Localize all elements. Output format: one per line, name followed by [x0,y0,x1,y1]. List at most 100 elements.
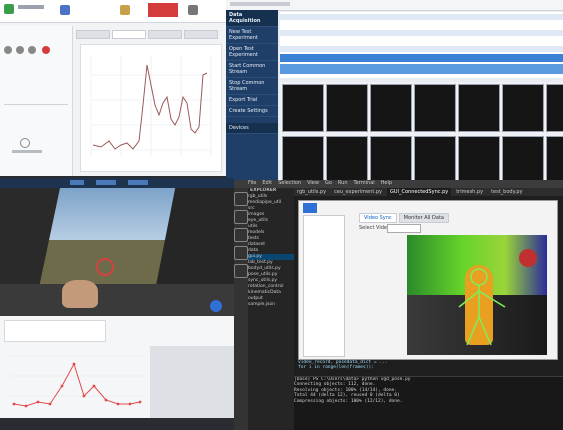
log-row[interactable] [280,46,563,52]
device-tile[interactable] [414,136,456,182]
sidebar-item-open-test[interactable]: Open Test Experiment [226,44,278,61]
tree-item[interactable]: sample.json [248,302,294,308]
toolbar-icon[interactable] [188,5,198,15]
toolbar-icon[interactable] [120,5,130,15]
source-control-icon[interactable] [234,228,248,242]
status-text-placeholder [12,150,42,153]
code-line: for i in range(len(frames)): [298,365,374,371]
sidebar-section-devices: Devices [226,123,278,134]
search-icon[interactable] [234,210,248,224]
tab-video-sync[interactable]: Video Sync [359,213,397,223]
video-toolbar [0,178,234,188]
device-tile[interactable] [414,84,456,132]
depth-image [407,235,547,355]
toolbar-icon[interactable] [60,5,70,15]
app-settings-panel [303,215,345,357]
menu-help[interactable]: Help [381,180,392,188]
lower-panel [0,316,234,418]
log-row[interactable] [280,22,563,28]
loading-spinner-icon [20,138,30,148]
app-button[interactable] [303,203,317,213]
sidebar-item-new-test[interactable]: New Test Experiment [226,27,278,44]
titlebar-text-placeholder [230,2,290,6]
tab-chart-2[interactable] [112,30,146,39]
sidebar-item-export-trial[interactable]: Export Trial [226,95,278,106]
dashboard [0,284,234,316]
device-tile[interactable] [502,136,544,182]
menu-file[interactable]: File [248,180,256,188]
pose-skeleton-svg [458,268,506,346]
extensions-icon[interactable] [234,264,248,278]
device-tile[interactable] [458,84,500,132]
select-video-dropdown[interactable] [387,224,421,233]
log-row[interactable] [280,38,563,44]
device-tile[interactable] [502,84,544,132]
terminal-line: Compressing objects: 100% (12/12), done. [294,398,403,404]
record-indicator [148,3,178,17]
sidebar-item-start-stream[interactable]: Start Common Stream [226,61,278,78]
editor-tab[interactable]: test_body.py [488,188,526,196]
tab-chart-4[interactable] [184,30,218,39]
gaze-marker-icon [96,258,114,276]
device-tile[interactable] [546,84,563,132]
device-grid [280,82,563,182]
terminal-panel[interactable]: [base] PS C:\Users\data> python vgd_pose… [294,376,563,430]
editor-tab[interactable]: trimesh.py [453,188,487,196]
code-editor[interactable]: video_record, posedata_dict = ... for i … [298,360,556,374]
sidebar-title: Data Acquisition [226,10,278,27]
editor-tab[interactable]: rgb_utils.py [294,188,330,196]
tab-monitor-all-data[interactable]: Monitor All Data [398,213,449,223]
device-tile[interactable] [326,136,368,182]
log-row[interactable] [280,30,563,36]
sidebar-item-create-settings[interactable]: Create Settings [226,106,278,117]
editor-tab-active[interactable]: GUI_ConnectedSync.py [387,188,452,196]
toolbar-label-placeholder[interactable] [70,180,84,185]
control-dot[interactable] [16,46,24,54]
data-acquisition-window: Data Acquisition New Test Experiment Ope… [226,0,563,185]
log-row-selected[interactable] [280,64,563,74]
top-left-titlebar [0,0,226,23]
trend-chart-svg [10,355,144,408]
sidebar: Data Acquisition New Test Experiment Ope… [226,10,278,185]
app-tabs: Video Sync Monitor All Data [359,213,449,223]
menu-run[interactable]: Run [338,180,348,188]
sidebar-item-stop-stream[interactable]: Stop Common Stream [226,78,278,95]
menu-terminal[interactable]: Terminal [354,180,375,188]
device-tile[interactable] [282,84,324,132]
control-panel [0,26,73,176]
device-tile[interactable] [458,136,500,182]
editor-tab[interactable]: ceu_experiment.py [331,188,385,196]
device-tile[interactable] [370,84,412,132]
record-button-icon[interactable] [42,46,50,54]
activity-bar [234,188,248,430]
top-left-window [0,0,226,176]
play-button-icon[interactable] [210,300,222,312]
device-tile[interactable] [370,136,412,182]
device-tile[interactable] [326,84,368,132]
tab-chart-1[interactable] [76,30,110,39]
app-logo-icon [4,4,14,14]
menu-edit[interactable]: Edit [262,180,272,188]
device-tile[interactable] [282,136,324,182]
pose-app-window: Video Sync Monitor All Data Select Video [298,200,558,360]
vscode-window: File Edit Selection View Go Run Terminal… [234,180,563,430]
tab-chart-3[interactable] [148,30,182,39]
simulator-window [0,178,234,418]
divider [4,104,68,105]
menu-view[interactable]: View [307,180,319,188]
run-debug-icon[interactable] [234,246,248,260]
control-dot[interactable] [4,46,12,54]
select-video-label: Select Video [359,225,391,231]
toolbar-label-placeholder[interactable] [128,180,148,185]
menu-selection[interactable]: Selection [278,180,301,188]
line-chart-svg [90,55,212,157]
log-row-selected[interactable] [280,54,563,62]
log-row[interactable] [280,14,563,20]
control-dot[interactable] [28,46,36,54]
side-panel [150,346,234,418]
explorer-icon[interactable] [234,192,248,206]
menu-bar: File Edit Selection View Go Run Terminal… [234,180,563,188]
device-tile[interactable] [546,136,563,182]
menu-go[interactable]: Go [325,180,332,188]
toolbar-label-placeholder[interactable] [96,180,116,185]
